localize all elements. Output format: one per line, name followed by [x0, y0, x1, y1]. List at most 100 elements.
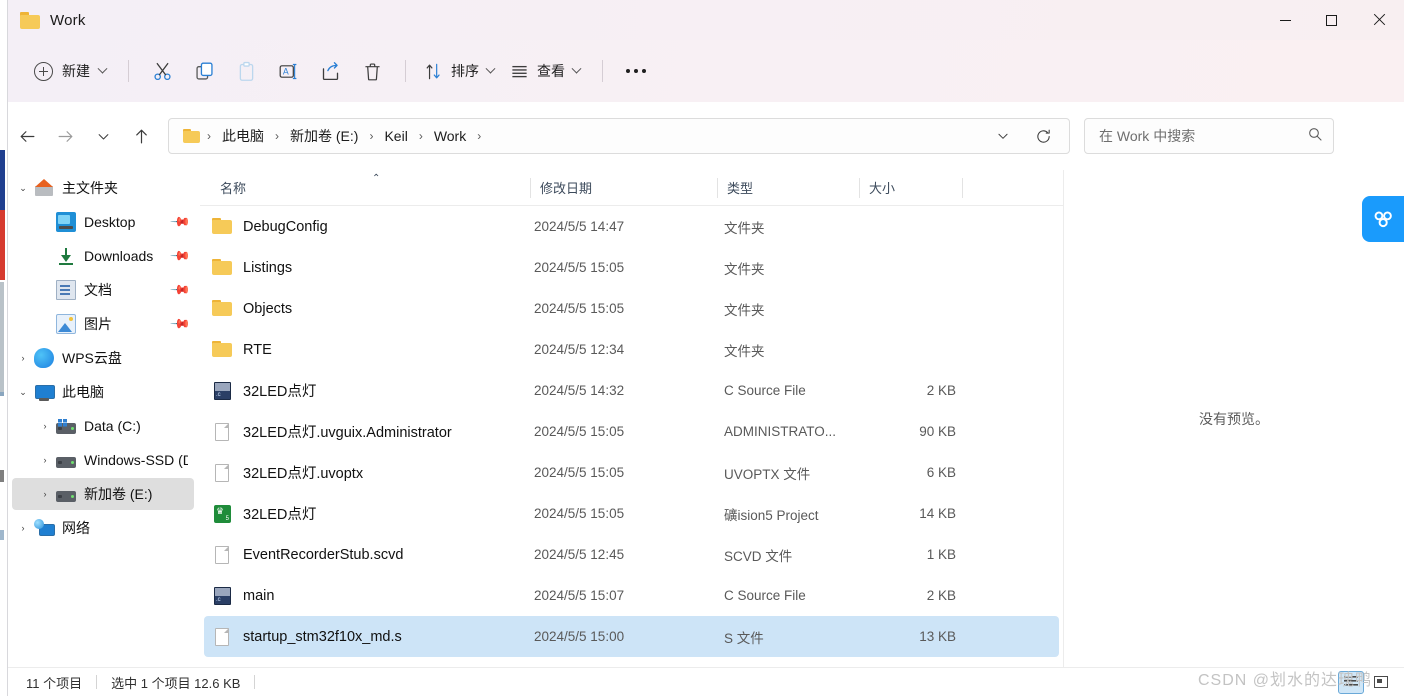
folder-icon [212, 217, 233, 237]
maximize-button[interactable] [1308, 0, 1354, 40]
search-box[interactable]: 在 Work 中搜索 [1084, 118, 1334, 154]
pin-icon[interactable]: 📌 [169, 245, 191, 268]
chevron-down-icon [485, 63, 496, 74]
breadcrumb-item-work[interactable]: Work [428, 124, 472, 148]
file-name: main [243, 587, 275, 604]
sidebar-item-drive-c[interactable]: › Data (C:) [12, 410, 194, 442]
desktop-icon [56, 212, 76, 232]
sidebar-item-documents[interactable]: 文档 📌 [12, 274, 194, 306]
chevron-right-icon[interactable]: › [12, 342, 34, 374]
view-button-label: 查看 [537, 63, 565, 79]
cut-button[interactable] [141, 52, 183, 90]
pin-icon[interactable]: 📌 [169, 279, 191, 302]
refresh-button[interactable] [1023, 119, 1063, 153]
preview-pane: 没有预览。 [1063, 170, 1404, 667]
breadcrumb-separator: › [275, 129, 279, 143]
table-row[interactable]: RTE 2024/5/5 12:34 文件夹 [204, 329, 1059, 370]
table-row[interactable]: ♛ 5 32LED点灯 2024/5/5 15:05 礦ision5 Projec… [204, 493, 1059, 534]
sidebar-item-desktop[interactable]: Desktop 📌 [12, 206, 194, 238]
sidebar-item-downloads[interactable]: Downloads 📌 [12, 240, 194, 272]
copy-button[interactable] [183, 52, 225, 90]
chevron-right-icon[interactable]: › [34, 478, 56, 510]
sidebar-item-home[interactable]: ⌄ 主文件夹 [12, 172, 194, 204]
file-size: 14 KB [919, 506, 956, 521]
rename-button[interactable]: A [267, 52, 309, 90]
file-list[interactable]: 名称 ⌃ 修改日期 类型 大小 DebugConfig 2024/5/5 14:… [200, 170, 1063, 667]
pin-icon[interactable]: 📌 [169, 313, 191, 336]
details-view-button[interactable] [1338, 670, 1364, 694]
status-bar: 11 个项目 选中 1 个项目 12.6 KB [8, 667, 1404, 696]
status-divider [96, 675, 98, 689]
table-row[interactable]: Objects 2024/5/5 15:05 文件夹 [204, 288, 1059, 329]
table-row[interactable]: 32LED点灯.uvguix.Administrator 2024/5/5 15… [204, 411, 1059, 452]
breadcrumb-separator: › [418, 129, 423, 143]
keil-project-icon: ♛ 5 [214, 504, 231, 523]
drive-icon [56, 456, 76, 468]
baidu-netdisk-icon [1374, 211, 1392, 228]
sidebar-item-this-pc[interactable]: ⌄ 此电脑 [12, 376, 194, 408]
folder-icon [212, 340, 233, 360]
chevron-right-icon[interactable]: › [12, 512, 34, 544]
file-date: 2024/5/5 12:34 [534, 342, 625, 357]
up-button[interactable] [122, 119, 160, 153]
breadcrumb-item-drive-e[interactable]: 新加卷 (E:) [284, 122, 364, 150]
large-icons-view-button[interactable] [1368, 671, 1394, 694]
column-divider[interactable] [962, 178, 963, 198]
table-row[interactable]: startup_stm32f10x_md.s 2024/5/5 15:00 S … [204, 616, 1059, 657]
chevron-right-icon[interactable]: › [34, 444, 56, 476]
file-date: 2024/5/5 15:07 [534, 588, 625, 603]
column-header-date-modified[interactable]: 修改日期 [530, 170, 717, 206]
back-button[interactable] [8, 119, 46, 153]
paste-button[interactable] [225, 52, 267, 90]
breadcrumb-dropdown-button[interactable] [983, 119, 1023, 153]
recent-locations-button[interactable] [84, 119, 122, 153]
column-header-name[interactable]: 名称 ⌃ [200, 170, 530, 206]
breadcrumb-bar[interactable]: › 此电脑 › 新加卷 (E:) › Keil › Work › [168, 118, 1070, 154]
breadcrumb-item-keil[interactable]: Keil [378, 124, 413, 148]
navigation-pane[interactable]: ⌄ 主文件夹 Desktop 📌 Downloads 📌 文档 📌 图片 📌 ›… [8, 170, 200, 667]
minimize-button[interactable] [1262, 0, 1308, 40]
table-row[interactable]: .c main 2024/5/5 15:07 C Source File 2 K… [204, 575, 1059, 616]
file-name: 32LED点灯.uvguix.Administrator [243, 425, 452, 441]
chevron-down-icon[interactable]: ⌄ [12, 172, 34, 204]
more-options-button[interactable] [615, 52, 657, 90]
folder-icon [183, 129, 200, 143]
breadcrumb-separator: › [477, 129, 482, 143]
search-input[interactable]: 在 Work 中搜索 [1099, 126, 1307, 146]
preview-empty-message: 没有预览。 [1199, 410, 1269, 427]
chevron-right-icon[interactable]: › [34, 410, 56, 442]
downloads-icon [56, 246, 76, 266]
file-type: S 文件 [724, 630, 764, 646]
column-header-size[interactable]: 大小 [859, 170, 962, 206]
scissors-icon [153, 62, 171, 80]
forward-button[interactable] [46, 119, 84, 153]
chevron-down-icon [998, 133, 1008, 139]
up-arrow-icon [135, 129, 147, 143]
toolbar-divider-2 [405, 60, 406, 82]
sidebar-item-drive-e[interactable]: › 新加卷 (E:) [12, 478, 194, 510]
column-header-type[interactable]: 类型 [717, 170, 859, 206]
sidebar-item-network[interactable]: › 网络 [12, 512, 194, 544]
sort-button[interactable]: 排序 [418, 56, 504, 86]
chevron-down-icon[interactable]: ⌄ [12, 376, 34, 408]
sidebar-item-pictures[interactable]: 图片 📌 [12, 308, 194, 340]
file-date: 2024/5/5 15:00 [534, 629, 625, 644]
share-button[interactable] [309, 52, 351, 90]
sidebar-item-wps-cloud[interactable]: › WPS云盘 [12, 342, 194, 374]
new-button[interactable]: 新建 [30, 55, 116, 87]
table-row[interactable]: DebugConfig 2024/5/5 14:47 文件夹 [204, 206, 1059, 247]
table-row[interactable]: 32LED点灯.uvoptx 2024/5/5 15:05 UVOPTX 文件 … [204, 452, 1059, 493]
breadcrumb-item-this-pc[interactable]: 此电脑 [216, 122, 270, 150]
table-row[interactable]: EventRecorderStub.scvd 2024/5/5 12:45 SC… [204, 534, 1059, 575]
pin-icon[interactable]: 📌 [169, 211, 191, 234]
view-button[interactable]: 查看 [504, 56, 590, 86]
close-button[interactable] [1354, 0, 1404, 40]
table-row[interactable]: Listings 2024/5/5 15:05 文件夹 [204, 247, 1059, 288]
network-icon [34, 518, 55, 538]
sidebar-item-label: Desktop [84, 214, 136, 230]
sidebar-item-drive-d[interactable]: › Windows-SSD (D [12, 444, 194, 476]
delete-button[interactable] [351, 52, 393, 90]
table-row[interactable]: .c 32LED点灯 2024/5/5 14:32 C Source File … [204, 370, 1059, 411]
generic-file-icon [212, 627, 233, 647]
baidu-netdisk-button[interactable] [1362, 196, 1404, 242]
